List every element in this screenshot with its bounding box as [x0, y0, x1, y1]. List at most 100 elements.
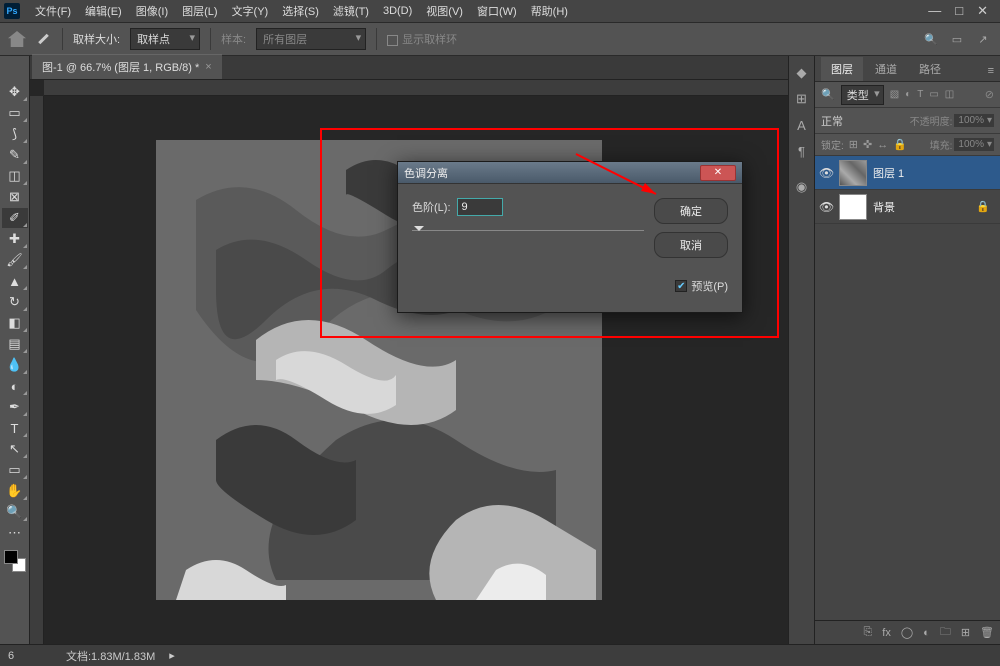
ok-button[interactable]: 确定	[654, 198, 728, 224]
gradient-tool[interactable]: ▤	[2, 334, 28, 354]
close-tab-icon[interactable]: ×	[205, 61, 211, 73]
lock-position-icon[interactable]: ✜	[863, 138, 872, 151]
opacity-label: 不透明度:	[910, 113, 953, 128]
document-tab[interactable]: 图-1 @ 66.7% (图层 1, RGB/8) * ×	[32, 54, 222, 79]
home-icon[interactable]	[8, 31, 26, 47]
lock-artboard-icon[interactable]: ↔	[877, 139, 888, 151]
lasso-tool[interactable]: ⟆	[2, 124, 28, 144]
menu-image[interactable]: 图像(I)	[129, 0, 175, 22]
tab-paths[interactable]: 路径	[909, 57, 951, 81]
color-swatches[interactable]	[4, 550, 26, 572]
menu-edit[interactable]: 编辑(E)	[78, 0, 129, 22]
layer-filter-kind[interactable]: 类型	[841, 85, 884, 105]
history-brush-tool[interactable]: ↻	[2, 292, 28, 312]
eyedropper-tool[interactable]: ✐	[2, 208, 28, 228]
blend-mode-select[interactable]: 正常	[821, 113, 883, 129]
stamp-tool[interactable]: ▲	[2, 271, 28, 291]
menu-type[interactable]: 文字(Y)	[225, 0, 276, 22]
lock-all-icon[interactable]: 🔒	[893, 138, 907, 151]
slider-thumb-icon[interactable]	[414, 226, 424, 236]
options-bar: 取样大小: 取样点 样本: 所有图层 显示取样环 🔍 ▭ ↗	[0, 22, 1000, 56]
opacity-value[interactable]: 100%	[954, 114, 994, 127]
delete-layer-icon[interactable]: 🗑	[980, 626, 994, 639]
filter-pixel-icon[interactable]: ▧	[890, 89, 899, 100]
adjustment-layer-icon[interactable]: ◐	[923, 627, 930, 639]
filter-shape-icon[interactable]: ▭	[929, 89, 938, 100]
link-layers-icon[interactable]: ⎘	[863, 626, 872, 639]
character-panel-icon[interactable]: A	[793, 116, 811, 134]
edit-toolbar[interactable]: ⋯	[2, 523, 28, 543]
brush-tool[interactable]: 🖌	[2, 250, 28, 270]
vertical-ruler	[30, 96, 44, 644]
lock-pixels-icon[interactable]: ⊞	[849, 138, 858, 151]
sample-size-select[interactable]: 取样点	[130, 28, 200, 50]
doc-info-chevron-icon[interactable]: ▸	[169, 649, 175, 662]
maximize-button[interactable]: □	[955, 3, 963, 19]
filter-toggle-icon[interactable]: ⊘	[985, 88, 994, 101]
paragraph-panel-icon[interactable]: ¶	[793, 142, 811, 160]
layer-row[interactable]: 👁 图层 1	[815, 156, 1000, 190]
layer-fx-icon[interactable]: fx	[882, 627, 891, 639]
menu-layer[interactable]: 图层(L)	[175, 0, 224, 22]
blur-tool[interactable]: 💧	[2, 355, 28, 375]
search-icon[interactable]: 🔍	[922, 30, 940, 48]
layer-mask-icon[interactable]: ◯	[901, 626, 913, 639]
layer-thumbnail[interactable]	[839, 194, 867, 220]
dodge-tool[interactable]: ◐	[2, 376, 28, 396]
sample-select[interactable]: 所有图层	[256, 28, 366, 50]
filter-adjust-icon[interactable]: ◐	[905, 89, 911, 100]
layer-row[interactable]: 👁 背景 🔒	[815, 190, 1000, 224]
foreground-color-swatch[interactable]	[4, 550, 18, 564]
dialog-titlebar[interactable]: 色调分离 ✕	[398, 162, 742, 184]
pen-tool[interactable]: ✒	[2, 397, 28, 417]
heal-tool[interactable]: ✚	[2, 229, 28, 249]
tab-layers[interactable]: 图层	[821, 57, 863, 81]
filter-smart-icon[interactable]: ◫	[945, 89, 954, 100]
tab-channels[interactable]: 通道	[865, 57, 907, 81]
3d-panel-icon[interactable]: ◉	[793, 178, 811, 196]
fill-value[interactable]: 100%	[954, 138, 994, 151]
crop-tool[interactable]: ◫	[2, 166, 28, 186]
color-panel-icon[interactable]: ◆	[793, 64, 811, 82]
zoom-field[interactable]: 6	[8, 650, 52, 662]
visibility-icon[interactable]: 👁	[819, 166, 833, 180]
zoom-tool[interactable]: 🔍	[2, 502, 28, 522]
doc-info[interactable]: 文档:1.83M/1.83M	[66, 648, 155, 664]
workspace-icon[interactable]: ▭	[948, 30, 966, 48]
show-ring-option[interactable]: 显示取样环	[387, 31, 457, 47]
layer-thumbnail[interactable]	[839, 160, 867, 186]
frame-tool[interactable]: ⊠	[2, 187, 28, 207]
new-layer-icon[interactable]: ⊞	[961, 626, 970, 639]
quick-select-tool[interactable]: ✎	[2, 145, 28, 165]
panel-menu-icon[interactable]: ≡	[982, 61, 1000, 81]
menu-window[interactable]: 窗口(W)	[470, 0, 524, 22]
marquee-tool[interactable]: ▭	[2, 103, 28, 123]
minimize-button[interactable]: —	[928, 3, 941, 19]
visibility-icon[interactable]: 👁	[819, 200, 833, 214]
path-select-tool[interactable]: ↖	[2, 439, 28, 459]
eraser-tool[interactable]: ◧	[2, 313, 28, 333]
menu-help[interactable]: 帮助(H)	[524, 0, 575, 22]
group-icon[interactable]: 🗀	[940, 623, 951, 642]
levels-slider[interactable]	[412, 224, 644, 238]
dialog-close-button[interactable]: ✕	[700, 165, 736, 181]
layer-name[interactable]: 图层 1	[873, 165, 904, 181]
swatches-panel-icon[interactable]: ⊞	[793, 90, 811, 108]
close-button[interactable]: ✕	[977, 3, 988, 19]
menu-filter[interactable]: 滤镜(T)	[326, 0, 376, 22]
menu-view[interactable]: 视图(V)	[419, 0, 470, 22]
menu-3d[interactable]: 3D(D)	[376, 2, 419, 20]
layer-name[interactable]: 背景	[873, 199, 895, 215]
share-icon[interactable]: ↗	[974, 30, 992, 48]
filter-type-icon[interactable]: T	[917, 89, 923, 100]
cancel-button[interactable]: 取消	[654, 232, 728, 258]
menu-select[interactable]: 选择(S)	[275, 0, 326, 22]
checkbox-checked-icon: ✔	[675, 280, 687, 292]
menu-file[interactable]: 文件(F)	[28, 0, 78, 22]
type-tool[interactable]: T	[2, 418, 28, 438]
levels-input[interactable]	[457, 198, 503, 216]
move-tool[interactable]: ✥	[2, 82, 28, 102]
shape-tool[interactable]: ▭	[2, 460, 28, 480]
hand-tool[interactable]: ✋	[2, 481, 28, 501]
preview-checkbox[interactable]: ✔ 预览(P)	[654, 278, 728, 294]
